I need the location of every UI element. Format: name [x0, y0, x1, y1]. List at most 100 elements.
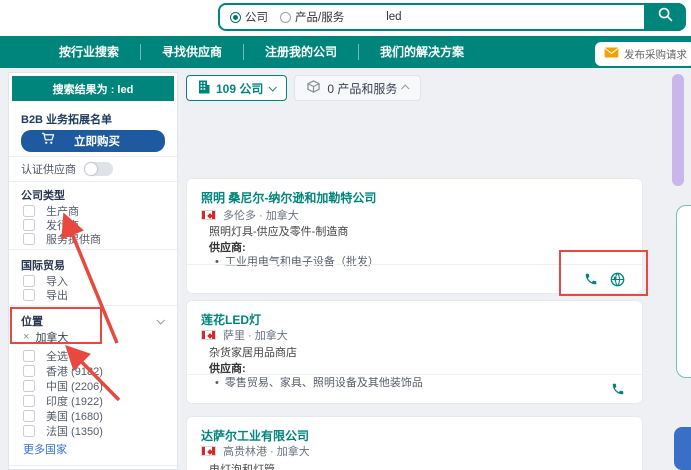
- scrollbar-thumb[interactable]: [672, 74, 684, 186]
- page: 公司 产品/服务 led 按行业搜索 寻找供应商 注册我的公司 我们的解决方案 …: [0, 0, 691, 470]
- building-icon: [198, 80, 210, 97]
- usa-label: 美国 (1680): [46, 410, 103, 423]
- international-trade-title: 国际贸易: [21, 259, 65, 272]
- filter-sidebar: 搜索结果为 : led B2B 业务拓展名单 立即购买 认证供应商 公司类型 生…: [8, 72, 178, 470]
- tab-companies-label: 109 公司: [216, 81, 264, 96]
- post-sourcing-request-button[interactable]: 发布采购请求: [595, 42, 691, 66]
- nav-items: 按行业搜索 寻找供应商 注册我的公司 我们的解决方案: [38, 44, 485, 60]
- service-provider-label: 服务提供商: [46, 234, 101, 246]
- nav-item-search-by-industry[interactable]: 按行业搜索: [38, 44, 142, 60]
- verified-supplier-toggle[interactable]: [84, 162, 113, 176]
- import-checkbox[interactable]: [23, 275, 35, 287]
- search-input[interactable]: led: [386, 11, 401, 23]
- buy-now-button[interactable]: 立即购买: [21, 130, 165, 152]
- france-label: 法国 (1350): [46, 425, 103, 438]
- distributor-checkbox[interactable]: [23, 219, 35, 231]
- nav-item-register-company[interactable]: 注册我的公司: [244, 44, 360, 60]
- canada-flag-icon: [201, 446, 216, 456]
- selected-location-canada: × 加拿大: [23, 330, 165, 344]
- hongkong-checkbox[interactable]: [23, 364, 35, 377]
- product-radio-label[interactable]: 产品/服务: [295, 9, 344, 25]
- international-trade-section: 国际贸易 导入 导出: [9, 250, 177, 306]
- remove-filter-icon[interactable]: ×: [23, 331, 29, 343]
- tab-products-services[interactable]: 0 产品和服务: [294, 75, 422, 101]
- company-location-row: 多伦多 · 加拿大: [201, 207, 299, 223]
- cart-icon: [41, 132, 55, 150]
- company-type-title: 公司类型: [21, 189, 65, 202]
- filter-service-provider[interactable]: 服务提供商: [23, 232, 165, 246]
- globe-icon[interactable]: [609, 271, 626, 288]
- company-type-section: 公司类型 生产商 发行商 服务提供商: [9, 182, 177, 250]
- tab-companies[interactable]: 109 公司: [186, 75, 288, 101]
- post-request-label: 发布采购请求: [624, 48, 687, 61]
- location-options: 全选 香港 (9182) 中国 (2206) 印度 (1922) 美国 (168…: [21, 348, 165, 438]
- chevron-up-icon: [401, 84, 410, 93]
- company-location-row: 高贵林港 · 加拿大: [201, 443, 310, 459]
- manufacturer-checkbox[interactable]: [23, 205, 35, 217]
- phone-icon[interactable]: [582, 271, 599, 288]
- company-radio[interactable]: [230, 11, 241, 23]
- company-location: 萨里 · 加拿大: [223, 330, 288, 342]
- phone-icon[interactable]: [609, 381, 626, 398]
- nav-item-our-solutions[interactable]: 我们的解决方案: [359, 44, 485, 60]
- top-bar: 公司 产品/服务 led: [0, 0, 691, 36]
- india-label: 印度 (1922): [46, 395, 103, 408]
- result-tabs: 109 公司 0 产品和服务: [186, 75, 422, 101]
- product-radio[interactable]: [280, 11, 291, 23]
- india-checkbox[interactable]: [23, 394, 35, 407]
- verified-supplier-row: 认证供应商: [9, 157, 177, 182]
- partial-side-card: [676, 205, 691, 378]
- company-card: 莲花LED灯 萨里 · 加拿大 杂货家居用品商店 供应商: 零售贸易、家具、照明…: [186, 300, 643, 404]
- location-title: 位置: [21, 315, 43, 328]
- card-footer: [187, 374, 642, 403]
- company-card: 照明 桑尼尔-纳尔逊和加勒特公司 多伦多 · 加拿大 照明灯具-供应及零件-制造…: [186, 178, 643, 294]
- card-footer: [187, 264, 642, 293]
- partial-edge-widget[interactable]: [674, 427, 691, 470]
- buy-now-label: 立即购买: [74, 136, 120, 148]
- usa-checkbox[interactable]: [23, 409, 35, 422]
- nav-item-find-suppliers[interactable]: 寻找供应商: [141, 44, 245, 60]
- location-title-row[interactable]: 位置: [21, 314, 165, 328]
- filter-select-all[interactable]: 全选: [23, 348, 165, 363]
- company-card: 达萨尔工业有限公司 高贵林港 · 加拿大 电灯泡和灯管: [186, 416, 643, 470]
- verified-supplier-label: 认证供应商: [21, 164, 76, 176]
- export-label: 导出: [46, 290, 68, 302]
- filter-china[interactable]: 中国 (2206): [23, 378, 165, 393]
- chevron-down-icon: [156, 315, 165, 325]
- company-description: 杂货家居用品商店: [209, 347, 297, 359]
- filter-usa[interactable]: 美国 (1680): [23, 408, 165, 423]
- filter-import[interactable]: 导入: [23, 274, 165, 288]
- filter-hongkong[interactable]: 香港 (9182): [23, 363, 165, 378]
- search-results-header: 搜索结果为 : led: [12, 76, 174, 101]
- filter-export[interactable]: 导出: [23, 288, 165, 302]
- search-type-options: 公司 产品/服务: [220, 9, 352, 25]
- select-all-checkbox[interactable]: [23, 349, 35, 362]
- filter-france[interactable]: 法国 (1350): [23, 423, 165, 438]
- company-description: 照明灯具-供应及零件-制造商: [209, 226, 349, 238]
- search-button[interactable]: [644, 3, 686, 31]
- hongkong-label: 香港 (9182): [46, 365, 103, 378]
- package-icon: [306, 80, 321, 96]
- main-nav: 按行业搜索 寻找供应商 注册我的公司 我们的解决方案 发布采购请求: [0, 36, 691, 68]
- filter-manufacturer[interactable]: 生产商: [23, 204, 165, 218]
- china-checkbox[interactable]: [23, 379, 35, 392]
- company-name-link[interactable]: 达萨尔工业有限公司: [201, 427, 309, 444]
- company-name-link[interactable]: 莲花LED灯: [201, 311, 261, 328]
- service-provider-checkbox[interactable]: [23, 233, 35, 245]
- filter-india[interactable]: 印度 (1922): [23, 393, 165, 408]
- selected-location-label: 加拿大: [35, 332, 69, 344]
- china-label: 中国 (2206): [46, 380, 103, 393]
- france-checkbox[interactable]: [23, 424, 35, 437]
- more-countries-link[interactable]: 更多国家: [23, 441, 165, 457]
- company-name-link[interactable]: 照明 桑尼尔-纳尔逊和加勒特公司: [201, 189, 376, 206]
- company-location: 高贵林港 · 加拿大: [223, 446, 310, 458]
- company-radio-label[interactable]: 公司: [245, 9, 268, 25]
- tab-products-label: 0 产品和服务: [327, 81, 398, 96]
- company-location: 多伦多 · 加拿大: [223, 210, 299, 222]
- filter-distributor[interactable]: 发行商: [23, 218, 165, 232]
- company-location-row: 萨里 · 加拿大: [201, 327, 288, 343]
- b2b-list-section: B2B 业务拓展名单 立即购买: [9, 104, 177, 157]
- export-checkbox[interactable]: [23, 289, 35, 301]
- company-description: 电灯泡和灯管: [209, 464, 275, 470]
- search-bar: 公司 产品/服务 led: [218, 3, 686, 31]
